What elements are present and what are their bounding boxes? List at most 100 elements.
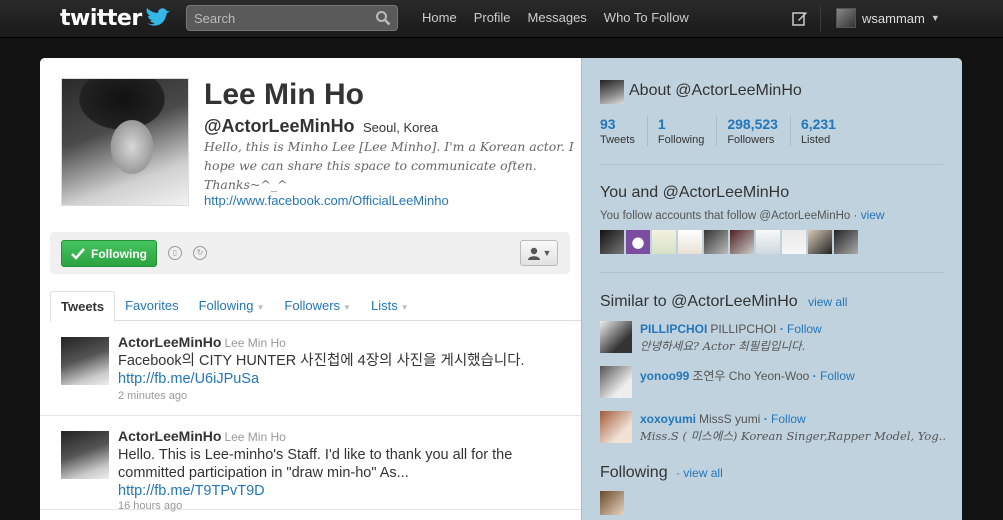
follower-thumb[interactable]: [834, 230, 858, 254]
topbar-divider: [820, 6, 821, 32]
similar-username[interactable]: PILLIPCHOI: [640, 322, 707, 336]
user-actions-button[interactable]: ▼: [520, 240, 558, 266]
account-menu[interactable]: wsammam ▼: [836, 8, 940, 28]
tweet-avatar[interactable]: [61, 337, 109, 385]
tab-lists[interactable]: Lists ▼: [361, 291, 419, 320]
similar-title: Similar to @ActorLeeMinHo view all: [600, 293, 847, 311]
profile-url[interactable]: http://www.facebook.com/OfficialLeeMinho: [204, 193, 449, 208]
nav-profile[interactable]: Profile: [468, 0, 517, 38]
profile-panel: Lee Min Ho @ActorLeeMinHo Seoul, Korea H…: [40, 58, 962, 520]
tweet-timestamp[interactable]: 16 hours ago: [118, 500, 182, 512]
username: wsammam: [862, 10, 925, 26]
divider: [600, 164, 943, 165]
similar-user-avatar[interactable]: [600, 366, 632, 398]
similar-user-item[interactable]: yonoo99 조연우 Cho Yeon-Woo · Follow: [600, 366, 945, 402]
stat-label: Followers: [727, 134, 775, 146]
similar-username[interactable]: yonoo99: [640, 369, 689, 383]
tweet-username: ActorLeeMinHo: [118, 428, 222, 444]
following-thumb[interactable]: [600, 491, 624, 515]
tweet-link[interactable]: http://fb.me/U6iJPuSa: [118, 370, 568, 388]
profile-handle: @ActorLeeMinHo: [204, 116, 355, 136]
view-link[interactable]: view: [861, 208, 885, 222]
you-and-title: You and @ActorLeeMinHo: [600, 184, 790, 201]
compose-tweet-icon[interactable]: [792, 10, 808, 26]
tab-favorites[interactable]: Favorites: [115, 291, 188, 320]
similar-user-name: PILLIPCHOI PILLIPCHOI · Follow: [640, 322, 822, 336]
device-notifications-icon[interactable]: ▯: [168, 246, 182, 260]
tweet-author[interactable]: ActorLeeMinHo Lee Min Ho: [118, 334, 286, 350]
tweet-avatar[interactable]: [61, 431, 109, 479]
twitter-logo[interactable]: twitter: [60, 5, 171, 31]
stat-tweets[interactable]: 93 Tweets: [600, 116, 648, 146]
tweet-timestamp[interactable]: 2 minutes ago: [118, 390, 187, 402]
follow-link[interactable]: Follow: [771, 412, 806, 426]
about-title: About @ActorLeeMinHo: [629, 82, 802, 99]
similar-user-item[interactable]: xoxoyumi MissS yumi · Follow Miss.S ( 미스에…: [600, 411, 945, 447]
tab-label: Lists: [370, 298, 398, 313]
tab-label: Followers: [284, 298, 341, 313]
follow-link[interactable]: Follow: [787, 322, 822, 336]
following-title: Following · view all: [600, 464, 723, 482]
similar-user-bio: 안녕하세요? Actor 최필립입니다.: [640, 339, 806, 353]
nav-home[interactable]: Home: [416, 0, 463, 38]
tab-following[interactable]: Following ▼: [189, 291, 275, 320]
tweet-item[interactable]: ActorLeeMinHo Lee Min Ho Hello. This is L…: [40, 416, 581, 512]
stat-listed[interactable]: 6,231 Listed: [801, 116, 848, 146]
follower-thumb[interactable]: [704, 230, 728, 254]
follower-thumb[interactable]: [756, 230, 780, 254]
tab-label: Tweets: [61, 299, 105, 314]
profile-stats: 93 Tweets 1 Following 298,523 Followers …: [600, 116, 858, 146]
similar-username[interactable]: xoxoyumi: [640, 412, 696, 426]
logo-text: twitter: [60, 5, 142, 31]
checkmark-icon: [71, 247, 85, 260]
profile-photo[interactable]: [61, 78, 189, 206]
person-icon: [527, 247, 540, 260]
tweet-body: Hello. This is Lee-minho's Staff. I'd li…: [118, 447, 513, 481]
stat-number: 1: [657, 116, 666, 132]
follower-thumb[interactable]: [808, 230, 832, 254]
chevron-down-icon: ▼: [400, 303, 409, 312]
following-button[interactable]: Following: [61, 240, 157, 267]
follower-thumb[interactable]: [652, 230, 676, 254]
similar-user-avatar[interactable]: [600, 411, 632, 443]
similar-view-all-link[interactable]: view all: [808, 295, 847, 309]
stat-followers[interactable]: 298,523 Followers: [727, 116, 791, 146]
tweet-item[interactable]: ActorLeeMinHo Lee Min Ho Facebook의 CITY H…: [40, 322, 581, 416]
similar-user-avatar[interactable]: [600, 321, 632, 353]
follower-thumb[interactable]: [730, 230, 754, 254]
stat-number: 298,523: [727, 116, 778, 132]
profile-bio: Hello, this is Minho Lee [Lee Minho]. I'…: [204, 139, 574, 192]
profile-tabs: Tweets Favorites Following ▼ Followers ▼ L…: [50, 291, 581, 322]
mutual-follow-text: You follow accounts that follow @ActorLe…: [600, 208, 885, 222]
similar-user-item[interactable]: PILLIPCHOI PILLIPCHOI · Follow 안녕하세요? Act…: [600, 321, 945, 357]
follower-thumb[interactable]: [782, 230, 806, 254]
similar-title-text: Similar to @ActorLeeMinHo: [600, 293, 798, 310]
tab-label: Favorites: [125, 298, 179, 313]
tab-followers[interactable]: Followers ▼: [274, 291, 361, 320]
similar-realname: MissS yumi: [699, 412, 761, 426]
tweet-fullname: Lee Min Ho: [224, 430, 286, 444]
follower-thumb[interactable]: [678, 230, 702, 254]
tab-tweets[interactable]: Tweets: [50, 291, 116, 322]
search-box[interactable]: [186, 5, 398, 31]
profile-name: Lee Min Ho: [204, 78, 365, 111]
main-column: Lee Min Ho @ActorLeeMinHo Seoul, Korea H…: [40, 58, 581, 520]
follow-link[interactable]: Follow: [820, 369, 855, 383]
stat-following[interactable]: 1 Following: [657, 116, 718, 146]
following-label: Following: [91, 246, 147, 261]
chevron-down-icon: ▼: [930, 13, 940, 23]
retweets-toggle-icon[interactable]: ↻: [193, 246, 207, 260]
mutual-followers-thumbs: [600, 230, 858, 254]
following-view-all[interactable]: · view all: [676, 466, 723, 480]
tweet-author[interactable]: ActorLeeMinHo Lee Min Ho: [118, 428, 286, 444]
tweet-link[interactable]: http://fb.me/T9TPvT9D: [118, 482, 568, 500]
nav-messages[interactable]: Messages: [522, 0, 593, 38]
search-input[interactable]: [187, 6, 367, 30]
nav-who-to-follow[interactable]: Who To Follow: [598, 0, 695, 38]
search-icon[interactable]: [375, 10, 391, 26]
stat-number: 93: [600, 116, 616, 132]
follower-thumb[interactable]: [626, 230, 650, 254]
similar-user-bio: Miss.S ( 미스에스) Korean Singer,Rapper Mode…: [640, 429, 945, 443]
chevron-down-icon: ▼: [343, 303, 351, 312]
follower-thumb[interactable]: [600, 230, 624, 254]
